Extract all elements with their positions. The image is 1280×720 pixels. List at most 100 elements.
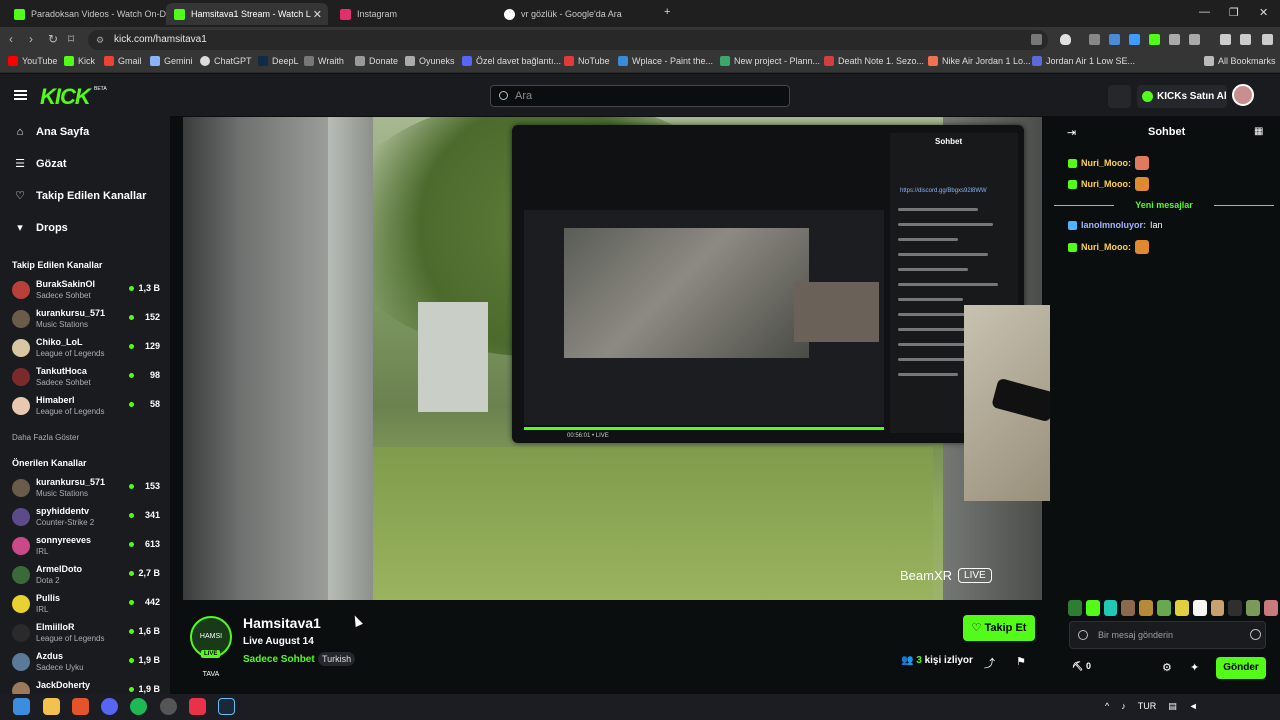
all-bookmarks[interactable]: All Bookmarks xyxy=(1204,56,1276,66)
chat-settings-icon[interactable]: ⚙ xyxy=(1162,661,1172,674)
channel-row[interactable]: ArmelDoto Dota 2 2,7 B xyxy=(12,562,160,588)
bookmark-oyuneks[interactable]: Oyuneks xyxy=(405,56,455,66)
report-icon[interactable]: ⚑ xyxy=(1016,655,1026,668)
channel-row[interactable]: TankutHoca Sadece Sohbet 98 xyxy=(12,364,160,390)
sidebar-icon[interactable] xyxy=(1240,34,1251,45)
spotify-icon[interactable] xyxy=(130,698,147,715)
channel-row[interactable]: Pullis IRL 442 xyxy=(12,591,160,617)
reload-icon[interactable]: ↻ xyxy=(48,32,58,46)
browser-tab-active[interactable]: Hamsitava1 Stream - Watch L ✕ xyxy=(166,3,328,25)
channel-row[interactable]: kurankursu_571 Music Stations 152 xyxy=(12,306,160,332)
buy-kicks-button[interactable]: KICKs Satın Al xyxy=(1137,85,1227,108)
bookmark-gemini[interactable]: Gemini xyxy=(150,56,193,66)
follow-button[interactable]: ♡ Takip Et xyxy=(963,615,1035,641)
emote-icon[interactable] xyxy=(1139,600,1154,616)
bookmark-donate[interactable]: Donate xyxy=(355,56,398,66)
new-tab-icon[interactable]: + xyxy=(664,6,670,18)
show-more-link[interactable]: Daha Fazla Göster xyxy=(12,433,79,442)
kick-logo[interactable]: KICK xyxy=(40,84,91,110)
nav-browse[interactable]: ☰ Gözat xyxy=(14,158,67,170)
menu-icon[interactable] xyxy=(1262,34,1273,45)
minimize-icon[interactable]: — xyxy=(1199,6,1210,18)
close-tab-icon[interactable]: ✕ xyxy=(313,8,322,21)
extension-icon[interactable] xyxy=(1089,34,1100,45)
app-icon[interactable] xyxy=(160,698,177,715)
bookmark-wplace[interactable]: Wplace - Paint the... xyxy=(618,56,713,66)
trash-icon[interactable] xyxy=(1189,34,1200,45)
user-avatar[interactable] xyxy=(1232,84,1254,106)
new-messages-divider[interactable]: Yeni mesajlar xyxy=(1054,200,1274,210)
bookmark-icon[interactable]: ⌑ xyxy=(68,32,74,46)
emote-icon[interactable] xyxy=(1174,600,1189,616)
emote-icon[interactable] xyxy=(1246,600,1261,616)
emote-icon[interactable] xyxy=(1068,600,1082,616)
emote-icon[interactable] xyxy=(1192,600,1207,616)
bookmark-youtube[interactable]: YouTube xyxy=(8,56,57,66)
channel-row[interactable]: sonnyreeves IRL 613 xyxy=(12,533,160,559)
app-icon[interactable] xyxy=(189,698,206,715)
channel-row[interactable]: Himaberl League of Legends 58 xyxy=(12,393,160,419)
chat-users-icon[interactable]: ▦ xyxy=(1254,126,1263,137)
share-icon[interactable]: ⤴ xyxy=(984,655,995,671)
layout-toggle-button[interactable] xyxy=(1108,85,1131,108)
kicks-count[interactable]: ⛏ 0 xyxy=(1072,661,1091,672)
bookmark-deepl[interactable]: DeepL xyxy=(258,56,299,66)
channel-name[interactable]: Hamsitava1 xyxy=(243,615,321,631)
channel-row[interactable]: Azdus Sadece Uyku 1,9 B xyxy=(12,649,160,675)
channel-row[interactable]: JackDoherty 1,9 B xyxy=(12,678,160,694)
bookmark-notube[interactable]: NoTube xyxy=(564,56,610,66)
emote-icon[interactable] xyxy=(1103,600,1118,616)
extensions-puzzle-icon[interactable] xyxy=(1169,34,1180,45)
volume-icon[interactable]: ◄ xyxy=(1189,701,1198,712)
forward-icon[interactable]: › xyxy=(29,32,33,46)
chat-input[interactable]: Bir mesaj gönderin xyxy=(1069,621,1266,649)
nav-home[interactable]: ⌂ Ana Sayfa xyxy=(14,126,90,138)
browser-tab[interactable]: Instagram xyxy=(332,3,496,25)
back-icon[interactable]: ‹ xyxy=(9,32,13,46)
channel-row[interactable]: BurakSakinOl Sadece Sohbet 1,3 B xyxy=(12,277,160,303)
extension-icon[interactable] xyxy=(1129,34,1140,45)
bookmark-discord-invite[interactable]: Özel davet bağlantı... xyxy=(462,56,561,66)
stream-tag[interactable]: Turkish xyxy=(318,652,356,666)
steam-icon[interactable] xyxy=(218,698,235,715)
bookmark-death-note[interactable]: Death Note 1. Sezo... xyxy=(824,56,924,66)
network-icon[interactable]: ▤ xyxy=(1168,701,1177,712)
gift-icon[interactable]: ✦ xyxy=(1190,661,1199,674)
emote-icon[interactable] xyxy=(1157,600,1171,616)
bookmark-chatgpt[interactable]: ChatGPT xyxy=(200,56,252,66)
stream-category[interactable]: Sadece Sohbet xyxy=(243,654,315,665)
extension-icon[interactable] xyxy=(1109,34,1120,45)
close-window-icon[interactable]: ✕ xyxy=(1259,6,1268,19)
nav-following[interactable]: ♡ Takip Edilen Kanallar xyxy=(14,190,146,202)
mic-icon[interactable]: ♪ xyxy=(1121,701,1126,712)
video-player[interactable]: Sohbet https://discord.gg/Bbgxs92l8WW 00… xyxy=(183,117,1042,600)
channel-row[interactable]: kurankursu_571 Music Stations 153 xyxy=(12,475,160,501)
brave-shield-icon[interactable] xyxy=(1060,34,1071,45)
nav-drops[interactable]: ▾ Drops xyxy=(14,222,68,234)
file-explorer-icon[interactable] xyxy=(43,698,60,715)
browser-tab[interactable]: vr gözlük - Google'da Ara xyxy=(496,3,660,25)
emote-icon[interactable] xyxy=(1210,600,1225,616)
emote-icon[interactable] xyxy=(1264,600,1278,616)
bookmark-new-project[interactable]: New project - Plann... xyxy=(720,56,820,66)
bookmark-gmail[interactable]: Gmail xyxy=(104,56,142,66)
url-field[interactable]: ⚙ kick.com/hamsitava1 xyxy=(88,30,1048,50)
send-button[interactable]: Gönder xyxy=(1216,657,1266,679)
brave-icon[interactable] xyxy=(72,698,89,715)
extension-icon[interactable] xyxy=(1149,34,1160,45)
discord-icon[interactable] xyxy=(101,698,118,715)
channel-row[interactable]: ElmiilloR League of Legends 1,6 B xyxy=(12,620,160,646)
channel-row[interactable]: spyhiddentv Counter-Strike 2 341 xyxy=(12,504,160,530)
emote-icon[interactable] xyxy=(1228,600,1243,616)
language-indicator[interactable]: TUR xyxy=(1138,701,1157,712)
bookmark-wraith[interactable]: Wraith xyxy=(304,56,344,66)
browser-tab[interactable]: Paradoksan Videos - Watch On-Dem xyxy=(6,3,166,25)
search-input[interactable]: Ara xyxy=(490,85,790,107)
media-icon[interactable] xyxy=(1220,34,1231,45)
translate-icon[interactable] xyxy=(1031,34,1042,45)
collapse-chat-icon[interactable]: ⇥ xyxy=(1067,126,1076,139)
emote-icon[interactable] xyxy=(1121,600,1136,616)
maximize-icon[interactable]: ❐ xyxy=(1229,6,1239,19)
emoji-picker-icon[interactable] xyxy=(1250,629,1261,640)
bookmark-nike[interactable]: Nike Air Jordan 1 Lo... xyxy=(928,56,1031,66)
